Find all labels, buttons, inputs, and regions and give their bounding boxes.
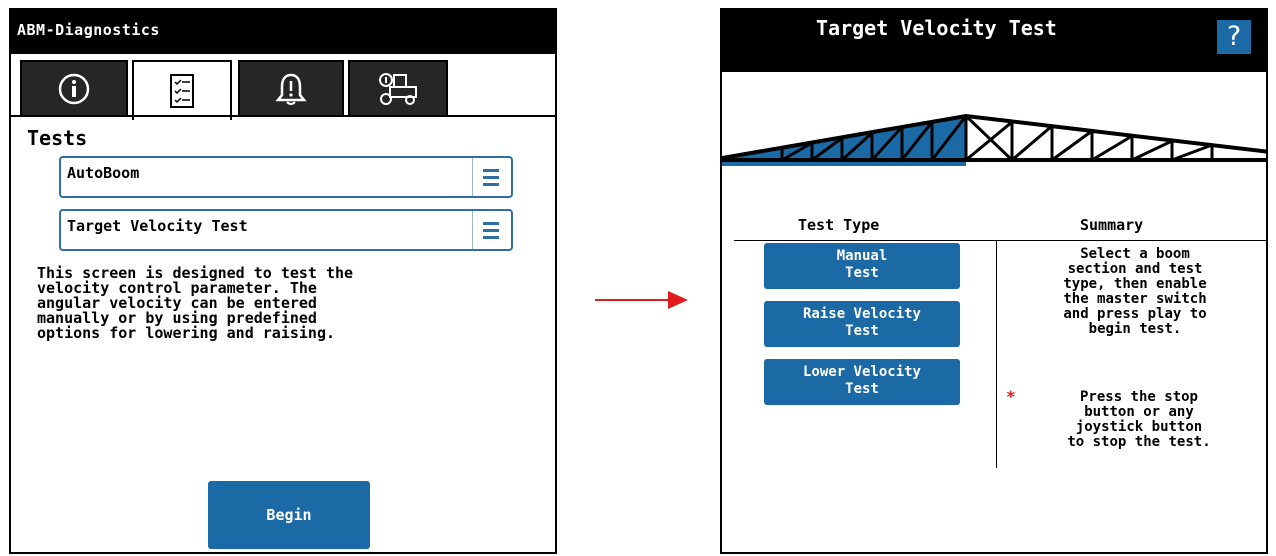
menu-icon[interactable] (472, 158, 511, 196)
system-select-value: AutoBoom (67, 164, 140, 182)
test-type-header: Test Type (798, 216, 880, 234)
target-velocity-screen: Target Velocity Test ? Test Type Summary (720, 8, 1268, 554)
summary-text: Select a boom section and test type, the… (1063, 246, 1207, 337)
transition-arrow (595, 299, 671, 301)
test-select-value: Target Velocity Test (67, 217, 248, 235)
header-divider (734, 240, 1266, 241)
tab-divider (11, 115, 555, 117)
arrow-head (668, 291, 688, 309)
help-button[interactable]: ? (1217, 20, 1251, 54)
test-select[interactable]: Target Velocity Test (59, 209, 513, 251)
menu-icon[interactable] (472, 211, 511, 249)
tab-machine[interactable] (348, 60, 448, 116)
screen-title: Target Velocity Test (816, 16, 1057, 40)
info-icon (58, 73, 90, 105)
tests-heading: Tests (27, 126, 88, 150)
checklist-icon (170, 74, 194, 108)
manual-test-button[interactable]: Manual Test (764, 243, 960, 289)
begin-button[interactable]: Begin (208, 481, 370, 549)
title-bar: ABM-Diagnostics (11, 10, 555, 54)
boom-graphic (722, 113, 1266, 166)
summary-header: Summary (1080, 216, 1144, 234)
app-title: ABM-Diagnostics (17, 21, 160, 39)
system-select[interactable]: AutoBoom (59, 156, 513, 198)
alarm-bell-icon (275, 73, 307, 105)
diagnostics-screen: ABM-Diagnostics Tests AutoBoom Target Ve… (9, 8, 557, 554)
machine-settings-icon (379, 73, 417, 105)
raise-velocity-test-button[interactable]: Raise Velocity Test (764, 301, 960, 347)
tab-alarms[interactable] (238, 60, 344, 116)
tab-tests[interactable] (132, 60, 232, 120)
stop-note: Press the stop button or any joystick bu… (1067, 389, 1211, 450)
title-bar: Target Velocity Test ? (722, 10, 1266, 72)
tab-info[interactable] (20, 60, 128, 116)
column-divider (996, 240, 997, 468)
test-description: This screen is designed to test the velo… (37, 264, 354, 342)
lower-velocity-test-button[interactable]: Lower Velocity Test (764, 359, 960, 405)
